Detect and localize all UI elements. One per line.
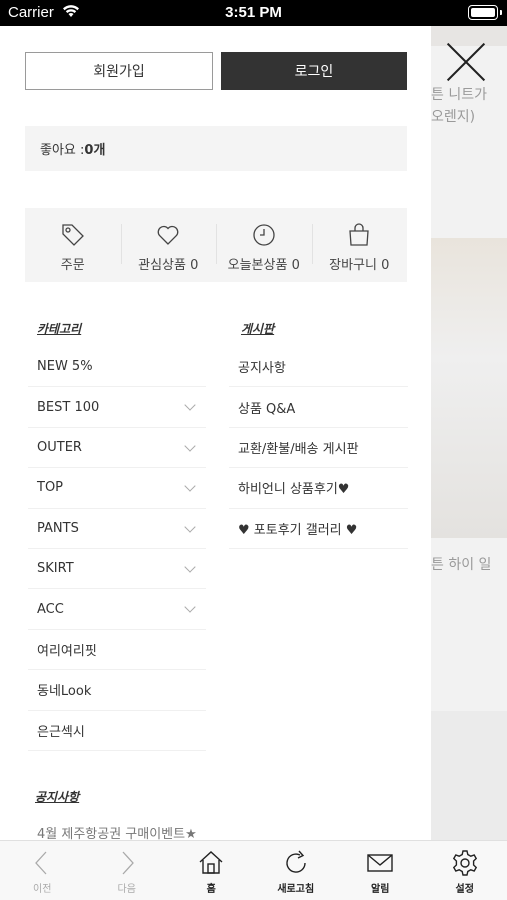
quick-menu-label: 관심상품 0 (138, 258, 199, 273)
board-item[interactable]: 상품 Q&A (229, 387, 408, 428)
gear-icon (452, 850, 477, 876)
refresh-icon (286, 850, 306, 873)
toolbar-label: 홈 (206, 884, 216, 895)
category-label: ACC (37, 601, 64, 617)
background-product-text: 튼 니트가 (431, 87, 487, 103)
quick-menu-wishlist[interactable]: 관심상품 0 (120, 208, 217, 282)
category-item[interactable]: BEST 100 (28, 387, 206, 428)
bottom-toolbar: 이전 다음 홈 새로고침 알림 설정 (0, 840, 507, 900)
refresh-button[interactable]: 새로고침 (254, 841, 339, 900)
login-button[interactable]: 로그인 (221, 52, 407, 90)
notice-section-title: 공지사항 (35, 790, 80, 804)
chevron-left-icon (35, 851, 47, 875)
quick-menu-label: 장바구니 0 (329, 258, 390, 273)
tag-icon (62, 224, 84, 246)
quick-menu-cart[interactable]: 장바구니 0 (311, 208, 408, 282)
category-item[interactable]: OUTER (28, 428, 206, 469)
quick-menu-order[interactable]: 주문 (25, 208, 121, 282)
toolbar-label: 이전 (33, 884, 52, 895)
toolbar-label: 다음 (117, 884, 136, 895)
toolbar-label: 알림 (371, 884, 390, 895)
category-item[interactable]: SKIRT (28, 549, 206, 590)
side-drawer: 회원가입 로그인 좋아요 : 0개 주문 관심상품 0 오늘본상품 0 장바구니… (0, 26, 431, 840)
auth-buttons: 회원가입 로그인 (25, 52, 407, 90)
home-icon (199, 851, 223, 874)
category-label: PANTS (37, 520, 79, 536)
likes-summary[interactable]: 좋아요 : 0개 (25, 126, 407, 171)
category-label: TOP (37, 480, 64, 496)
join-button[interactable]: 회원가입 (25, 52, 213, 90)
board-label: 교환/환불/배송 게시판 (238, 441, 359, 457)
chevron-down-icon[interactable] (184, 440, 196, 452)
quick-menu-recent[interactable]: 오늘본상품 0 (216, 208, 312, 282)
board-label: ♥ 포토후기 갤러리 ♥ (238, 522, 358, 538)
board-item[interactable]: ♥ 포토후기 갤러리 ♥ (229, 509, 408, 549)
category-label: NEW 5% (37, 359, 93, 375)
background-product-text: 오렌지) (431, 109, 476, 125)
board-item[interactable]: 교환/환불/배송 게시판 (229, 428, 408, 469)
notice-item[interactable]: 4월 제주항공권 구매이벤트★ (37, 823, 197, 840)
category-item[interactable]: PANTS (28, 509, 206, 549)
board-list: 공지사항 상품 Q&A 교환/환불/배송 게시판 하비언니 상품후기♥ ♥ 포토… (229, 347, 408, 549)
close-drawer-button[interactable] (446, 42, 486, 82)
chevron-down-icon[interactable] (184, 399, 196, 412)
chevron-down-icon[interactable] (184, 601, 196, 614)
category-label: SKIRT (37, 561, 74, 577)
category-label: 동네Look (37, 684, 92, 700)
settings-button[interactable]: 설정 (423, 841, 507, 900)
board-label: 하비언니 상품후기♥ (238, 482, 350, 498)
category-item[interactable]: 동네Look (28, 670, 206, 711)
board-section-title: 게시판 (241, 322, 275, 336)
home-button[interactable]: 홈 (169, 841, 254, 900)
toolbar-label: 새로고침 (277, 884, 315, 895)
category-item[interactable]: ACC (28, 589, 206, 630)
chevron-down-icon[interactable] (184, 520, 196, 533)
status-bar: Carrier 3:51 PM (0, 0, 507, 26)
category-label: OUTER (37, 439, 82, 455)
back-button[interactable]: 이전 (0, 841, 85, 900)
category-item[interactable]: 여리여리핏 (28, 630, 206, 671)
quick-menu-label: 오늘본상품 0 (227, 258, 300, 273)
heart-icon (157, 225, 179, 245)
background-product-text: 튼 하이 일 (431, 557, 492, 573)
background-product-image (431, 238, 507, 538)
notification-button[interactable]: 알림 (338, 841, 423, 900)
board-item[interactable]: 공지사항 (229, 347, 408, 388)
mail-icon (367, 854, 393, 872)
category-item[interactable]: 은근섹시 (28, 711, 206, 751)
toolbar-label: 설정 (455, 884, 474, 895)
background-page: 튼 니트가 오렌지) 튼 하이 일 (431, 26, 507, 840)
chevron-down-icon[interactable] (184, 561, 196, 573)
board-label: 상품 Q&A (238, 401, 296, 417)
forward-button[interactable]: 다음 (85, 841, 170, 900)
quick-menu: 주문 관심상품 0 오늘본상품 0 장바구니 0 (25, 208, 407, 282)
battery-icon (468, 5, 502, 20)
likes-label: 좋아요 : (40, 143, 85, 158)
clock-time: 3:51 PM (225, 4, 282, 21)
category-label: BEST 100 (37, 399, 100, 415)
clock-icon (253, 224, 275, 246)
bag-icon (349, 223, 369, 246)
likes-count: 0개 (84, 143, 106, 158)
category-label: 은근섹시 (37, 724, 85, 740)
category-list: NEW 5% BEST 100 OUTER TOP PANTS SKIRT AC… (28, 347, 206, 751)
chevron-right-icon (122, 851, 134, 875)
chevron-down-icon[interactable] (184, 480, 196, 492)
category-section-title: 카테고리 (37, 322, 82, 336)
category-label: 여리여리핏 (37, 643, 97, 659)
board-label: 공지사항 (238, 361, 286, 377)
background-product-image (431, 711, 507, 840)
category-item[interactable]: TOP (28, 468, 206, 509)
quick-menu-label: 주문 (60, 258, 85, 273)
board-item[interactable]: 하비언니 상품후기♥ (229, 468, 408, 509)
category-item[interactable]: NEW 5% (28, 347, 206, 388)
